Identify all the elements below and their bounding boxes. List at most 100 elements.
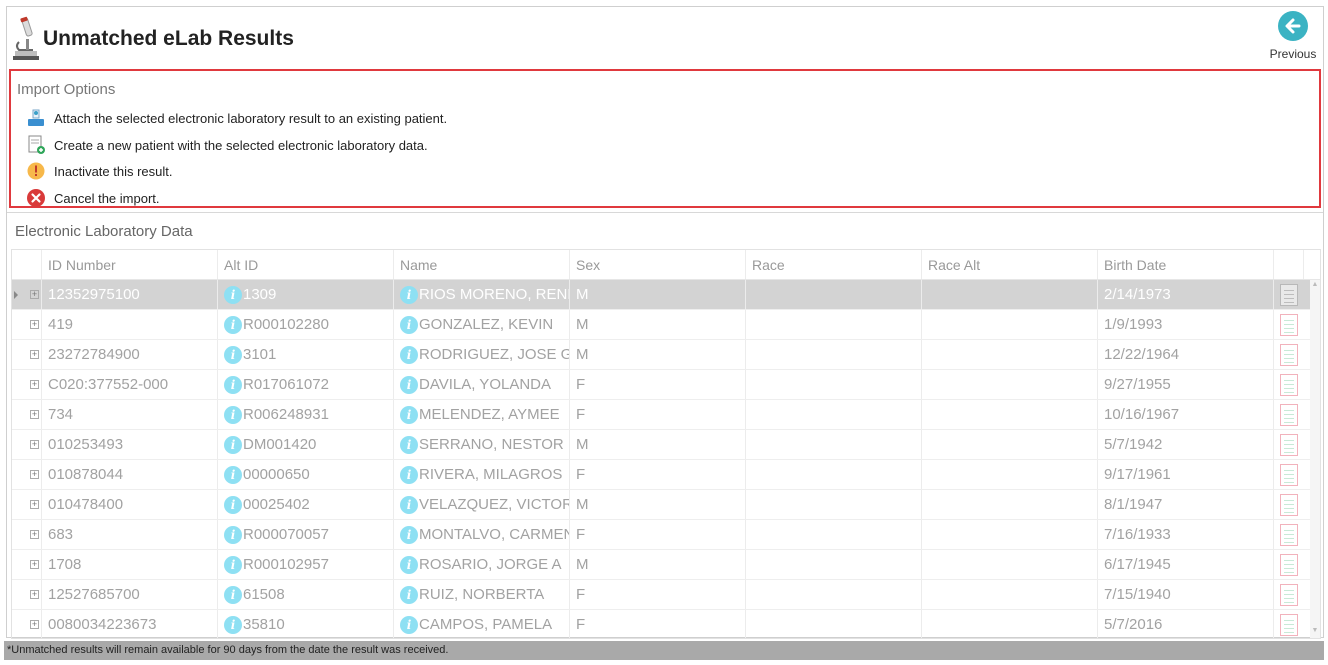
table-row[interactable]: +23272784900 i 3101 i RODRIGUEZ, JOSE G M 12/2… <box>12 340 1320 370</box>
document-cell[interactable] <box>1274 490 1304 519</box>
column-header-sex[interactable]: Sex <box>570 250 746 279</box>
document-cell[interactable] <box>1274 610 1304 638</box>
info-icon[interactable]: i <box>400 525 418 544</box>
expand-cell[interactable]: + <box>12 280 42 309</box>
info-icon[interactable]: i <box>224 465 242 484</box>
document-icon[interactable] <box>1280 343 1298 366</box>
document-icon[interactable] <box>1280 463 1298 486</box>
scroll-down-icon[interactable]: ▼ <box>1310 626 1320 636</box>
info-icon[interactable]: i <box>400 315 418 334</box>
document-icon[interactable] <box>1280 493 1298 516</box>
column-header-birth-date[interactable]: Birth Date <box>1098 250 1274 279</box>
table-row[interactable]: +419 i R000102280 i GONZALEZ, KEVIN M 1/9/1993 <box>12 310 1320 340</box>
document-icon[interactable] <box>1280 433 1298 456</box>
info-icon[interactable]: i <box>224 315 242 334</box>
expand-icon[interactable]: + <box>30 290 39 299</box>
expand-cell[interactable]: + <box>12 430 42 459</box>
document-cell[interactable] <box>1274 460 1304 489</box>
expand-cell[interactable]: + <box>12 610 42 638</box>
info-icon[interactable]: i <box>400 465 418 484</box>
expand-icon[interactable]: + <box>30 500 39 509</box>
attach-existing-patient-option[interactable]: Attach the selected electronic laborator… <box>25 107 447 129</box>
expand-icon[interactable]: + <box>30 440 39 449</box>
scroll-up-icon[interactable]: ▲ <box>1310 280 1320 290</box>
create-new-patient-option[interactable]: Create a new patient with the selected e… <box>25 134 428 156</box>
cancel-import-option[interactable]: Cancel the import. <box>25 187 160 209</box>
expand-icon[interactable]: + <box>30 380 39 389</box>
document-icon[interactable] <box>1280 283 1298 306</box>
table-row[interactable]: +0080034223673 i 35810 i CAMPOS, PAMELA F 5/7/… <box>12 610 1320 638</box>
document-cell[interactable] <box>1274 340 1304 369</box>
alt-id-value: R000070057 <box>243 526 329 543</box>
expand-cell[interactable]: + <box>12 460 42 489</box>
table-row[interactable]: +683 i R000070057 i MONTALVO, CARMEN F 7/16/19… <box>12 520 1320 550</box>
expand-cell[interactable]: + <box>12 310 42 339</box>
expand-cell[interactable]: + <box>12 520 42 549</box>
column-header-name[interactable]: Name <box>394 250 570 279</box>
expand-icon[interactable]: + <box>30 470 39 479</box>
expand-cell[interactable]: + <box>12 370 42 399</box>
info-icon[interactable]: i <box>400 615 418 634</box>
expand-icon[interactable]: + <box>30 560 39 569</box>
info-icon[interactable]: i <box>224 615 242 634</box>
document-cell[interactable] <box>1274 550 1304 579</box>
document-icon[interactable] <box>1280 403 1298 426</box>
expand-icon[interactable]: + <box>30 530 39 539</box>
document-icon[interactable] <box>1280 373 1298 396</box>
vertical-scrollbar[interactable]: ▲ ▼ <box>1310 280 1320 638</box>
expand-icon[interactable]: + <box>30 350 39 359</box>
info-icon[interactable]: i <box>400 345 418 364</box>
column-header-id-number[interactable]: ID Number <box>42 250 218 279</box>
info-icon[interactable]: i <box>400 405 418 424</box>
table-row[interactable]: +734 i R006248931 i MELENDEZ, AYMEE F 10/16/19… <box>12 400 1320 430</box>
document-cell[interactable] <box>1274 430 1304 459</box>
table-row[interactable]: +12527685700 i 61508 i RUIZ, NORBERTA F 7/15/1… <box>12 580 1320 610</box>
document-icon[interactable] <box>1280 553 1298 576</box>
info-icon[interactable]: i <box>400 285 418 304</box>
column-header-alt-id[interactable]: Alt ID <box>218 250 394 279</box>
expand-cell[interactable]: + <box>12 490 42 519</box>
document-cell[interactable] <box>1274 370 1304 399</box>
expand-cell[interactable]: + <box>12 550 42 579</box>
info-icon[interactable]: i <box>400 495 418 514</box>
table-row[interactable]: +010253493 i DM001420 i SERRANO, NESTOR M 5/7/… <box>12 430 1320 460</box>
document-icon[interactable] <box>1280 523 1298 546</box>
info-icon[interactable]: i <box>224 345 242 364</box>
info-icon[interactable]: i <box>400 585 418 604</box>
table-row[interactable]: +010878044 i 00000650 i RIVERA, MILAGROS F 9/1… <box>12 460 1320 490</box>
info-icon[interactable]: i <box>224 585 242 604</box>
inactivate-result-option[interactable]: Inactivate this result. <box>25 160 173 182</box>
info-icon[interactable]: i <box>400 435 418 454</box>
table-row[interactable]: +12352975100 i 1309 i RIOS MORENO, RENE M 2/14… <box>12 280 1320 310</box>
previous-button[interactable]: Previous <box>1267 11 1319 63</box>
document-cell[interactable] <box>1274 520 1304 549</box>
info-icon[interactable]: i <box>224 285 242 304</box>
document-cell[interactable] <box>1274 400 1304 429</box>
info-icon[interactable]: i <box>224 375 242 394</box>
expand-icon[interactable]: + <box>30 410 39 419</box>
info-icon[interactable]: i <box>224 495 242 514</box>
document-icon[interactable] <box>1280 583 1298 606</box>
table-row[interactable]: +1708 i R000102957 i ROSARIO, JORGE A M 6/17/1… <box>12 550 1320 580</box>
info-icon[interactable]: i <box>224 405 242 424</box>
document-cell[interactable] <box>1274 580 1304 609</box>
expand-icon[interactable]: + <box>30 620 39 629</box>
info-icon[interactable]: i <box>224 525 242 544</box>
info-icon[interactable]: i <box>224 435 242 454</box>
column-header-race[interactable]: Race <box>746 250 922 279</box>
document-cell[interactable] <box>1274 310 1304 339</box>
expand-icon[interactable]: + <box>30 590 39 599</box>
table-row[interactable]: + C020:377552-000 i R017061072 i DAVILA, YOLA… <box>12 370 1320 400</box>
expand-cell[interactable]: + <box>12 340 42 369</box>
table-row[interactable]: +010478400 i 00025402 i VELAZQUEZ, VICTOR IM… <box>12 490 1320 520</box>
info-icon[interactable]: i <box>400 555 418 574</box>
info-icon[interactable]: i <box>224 555 242 574</box>
info-icon[interactable]: i <box>400 375 418 394</box>
document-icon[interactable] <box>1280 313 1298 336</box>
column-header-race-alt[interactable]: Race Alt <box>922 250 1098 279</box>
expand-cell[interactable]: + <box>12 580 42 609</box>
expand-cell[interactable]: + <box>12 400 42 429</box>
document-cell[interactable] <box>1274 280 1304 309</box>
expand-icon[interactable]: + <box>30 320 39 329</box>
document-icon[interactable] <box>1280 613 1298 636</box>
